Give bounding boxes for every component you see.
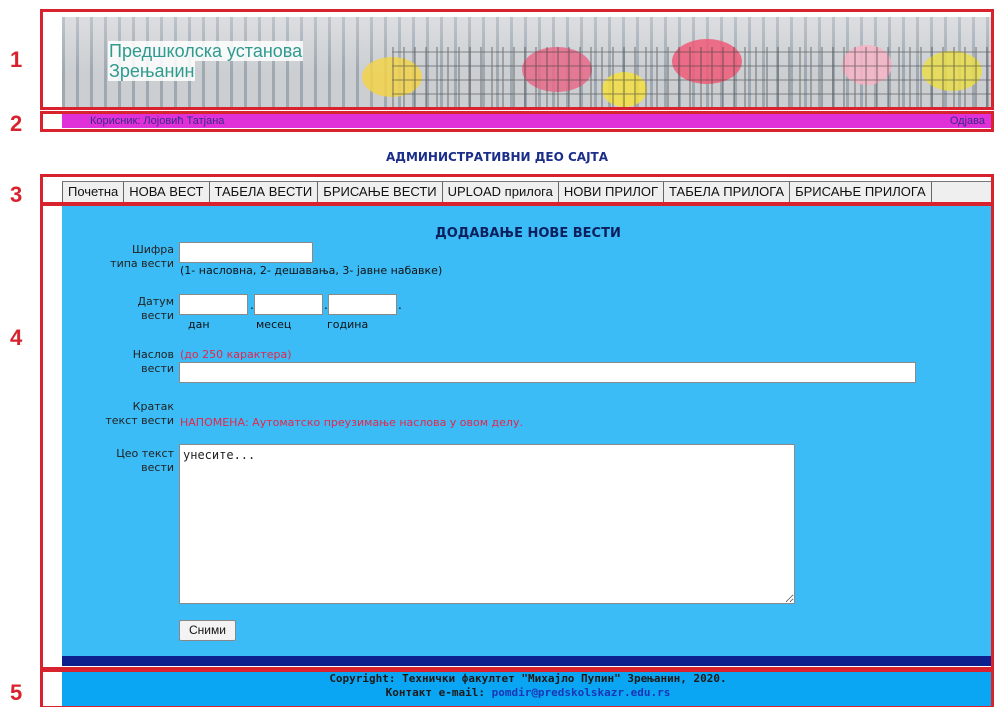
type-code-label-line2: типа вести	[110, 257, 174, 270]
news-title-input[interactable]	[179, 362, 916, 383]
panel-bottom-bar	[62, 656, 994, 666]
annotation-number-1: 1	[10, 47, 23, 72]
news-title-hint: (до 250 карактера)	[180, 348, 292, 361]
news-title-label-line1: Наслов	[132, 348, 174, 361]
news-form-panel: ДОДАВАЊЕ НОВЕ ВЕСТИ Шифра типа вести (1-…	[62, 204, 994, 656]
form-title: ДОДАВАЊЕ НОВЕ ВЕСТИ	[435, 226, 621, 241]
site-title-line2: Зрењанин	[108, 61, 196, 81]
short-text-label: Кратак текст вести	[62, 400, 174, 428]
month-caption: месец	[256, 318, 292, 331]
nav-item-new-news[interactable]: НОВА ВЕСТ	[124, 182, 210, 202]
type-code-label: Шифра типа вести	[62, 243, 174, 271]
date-label-line1: Датум	[137, 295, 174, 308]
site-title-line1: Предшколска установа	[108, 41, 304, 61]
type-code-input[interactable]	[179, 242, 313, 263]
admin-section-title: АДМИНИСТРАТИВНИ ДЕО САЈТА	[385, 150, 609, 164]
full-text-textarea[interactable]	[179, 444, 795, 604]
footer-copyright: Copyright: Технички факултет "Михајло Пу…	[329, 672, 727, 685]
contact-email-link[interactable]: pomdir@predskolskazr.edu.rs	[492, 686, 671, 699]
full-text-label: Цео текст вести	[62, 447, 174, 475]
nav-item-upload-attachment[interactable]: UPLOAD прилога	[443, 182, 559, 202]
footer: Copyright: Технички факултет "Михајло Пу…	[62, 668, 994, 707]
banner-fence	[392, 47, 994, 109]
nav-item-new-attachment[interactable]: НОВИ ПРИЛОГ	[559, 182, 665, 202]
save-button[interactable]: Сними	[179, 620, 236, 641]
nav-item-delete-attachment[interactable]: БРИСАЊЕ ПРИЛОГА	[790, 182, 932, 202]
annotation-number-3: 3	[10, 182, 23, 207]
footer-contact: Контакт e-mail: pomdir@predskolskazr.edu…	[62, 686, 994, 699]
date-separator: .	[398, 298, 402, 312]
user-bar: Корисник: Лојовић Татјана Одјава	[62, 114, 991, 128]
nav-item-news-table[interactable]: ТАБЕЛА ВЕСТИ	[210, 182, 319, 202]
annotation-number-5: 5	[10, 680, 23, 705]
date-label-line2: вести	[141, 309, 174, 322]
year-caption: година	[327, 318, 369, 331]
logout-link[interactable]: Одјава	[950, 114, 985, 128]
full-text-label-line2: вести	[141, 461, 174, 474]
footer-contact-label: Контакт e-mail:	[385, 686, 492, 699]
full-text-label-line1: Цео текст	[116, 447, 174, 460]
year-input[interactable]	[328, 294, 397, 315]
page: Предшколска установа Зрењанин Корисник: …	[0, 0, 994, 707]
site-title: Предшколска установа Зрењанин	[108, 41, 304, 81]
main-nav: Почетна НОВА ВЕСТ ТАБЕЛА ВЕСТИ БРИСАЊЕ В…	[62, 181, 994, 203]
annotation-number-2: 2	[10, 111, 23, 136]
user-label: Корисник: Лојовић Татјана	[90, 115, 225, 127]
header-banner: Предшколска установа Зрењанин	[62, 17, 994, 109]
short-text-label-line1: Кратак	[132, 400, 174, 413]
nav-item-delete-news[interactable]: БРИСАЊЕ ВЕСТИ	[318, 182, 443, 202]
annotation-number-4: 4	[10, 325, 23, 350]
news-title-label: Наслов вести	[62, 348, 174, 376]
month-input[interactable]	[254, 294, 323, 315]
type-code-label-line1: Шифра	[131, 243, 174, 256]
day-caption: дан	[188, 318, 210, 331]
nav-item-attachment-table[interactable]: ТАБЕЛА ПРИЛОГА	[664, 182, 791, 202]
type-code-hint: (1- насловна, 2- дешавања, 3- јавне наба…	[180, 264, 443, 277]
short-text-label-line2: текст вести	[105, 414, 174, 427]
nav-item-home[interactable]: Почетна	[62, 182, 125, 202]
short-text-note: НАПОМЕНА: Аутоматско преузимање наслова …	[180, 416, 523, 429]
news-title-label-line2: вести	[141, 362, 174, 375]
day-input[interactable]	[179, 294, 248, 315]
date-label: Датум вести	[62, 295, 174, 323]
